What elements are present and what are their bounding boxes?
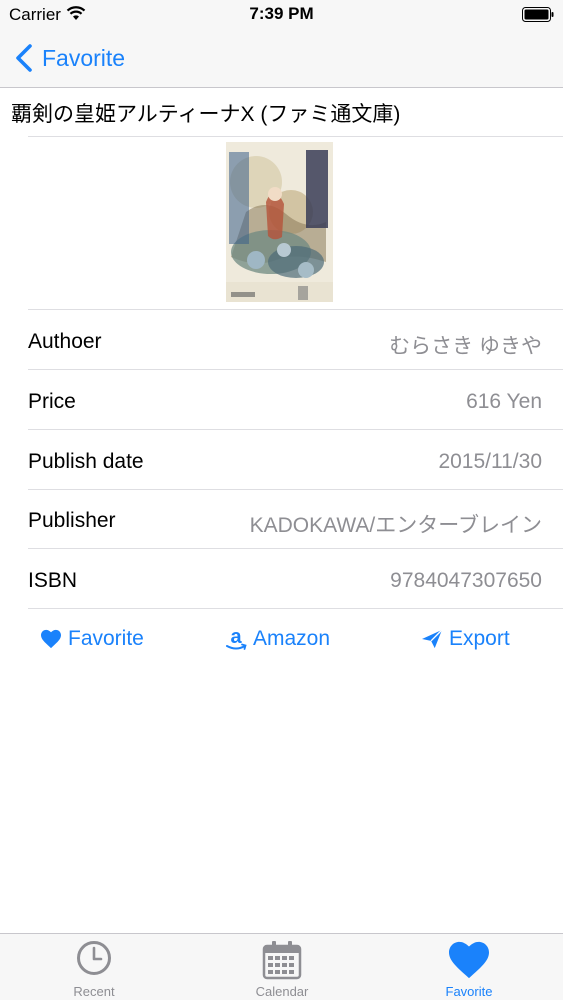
chevron-left-icon <box>16 44 32 72</box>
detail-label: Publisher <box>28 509 116 532</box>
detail-value: むらさき ゆきや <box>389 335 542 358</box>
tab-label: Recent <box>73 984 115 999</box>
battery-icon <box>522 7 554 22</box>
detail-row-publisher: Publisher KADOKAWA/エンターブレイン <box>28 490 542 549</box>
calendar-icon <box>262 941 302 980</box>
book-title: 覇剣の皇姫アルティーナX (ファミ通文庫) <box>11 103 401 126</box>
heart-icon <box>449 941 489 979</box>
favorite-button[interactable]: Favorite <box>40 624 144 654</box>
detail-label: Authoer <box>28 330 102 353</box>
status-bar: Carrier 7:39 PM <box>0 0 563 30</box>
clock-icon <box>77 941 111 975</box>
divider <box>28 136 563 137</box>
detail-label: Price <box>28 390 76 413</box>
tab-bar: Recent Calendar Favorite <box>0 933 563 1000</box>
divider <box>28 369 563 370</box>
divider <box>28 608 563 609</box>
amazon-icon: a <box>226 626 247 650</box>
paper-plane-icon <box>422 629 443 649</box>
amazon-button[interactable]: a Amazon <box>225 624 330 654</box>
tab-label: Favorite <box>445 984 493 999</box>
detail-row-price: Price 616 Yen <box>28 371 542 430</box>
detail-row-author: Authoer むらさき ゆきや <box>28 311 542 370</box>
status-time: 7:39 PM <box>249 4 314 23</box>
back-button[interactable]: Favorite <box>14 42 125 74</box>
navigation-bar: Favorite <box>0 30 563 88</box>
detail-value: 616 Yen <box>466 390 542 413</box>
detail-label: Publish date <box>28 450 144 473</box>
heart-icon <box>41 629 61 649</box>
export-button[interactable]: Export <box>421 624 510 654</box>
export-button-label: Export <box>449 627 510 650</box>
detail-value: 9784047307650 <box>390 569 542 592</box>
detail-row-isbn: ISBN 9784047307650 <box>28 550 542 609</box>
tab-calendar[interactable]: Calendar <box>188 934 376 1000</box>
detail-value: KADOKAWA/エンターブレイン <box>249 514 542 537</box>
detail-value: 2015/11/30 <box>438 450 542 473</box>
detail-row-publish-date: Publish date 2015/11/30 <box>28 431 542 490</box>
amazon-button-label: Amazon <box>253 627 331 650</box>
detail-label: ISBN <box>28 569 78 592</box>
divider <box>28 548 563 549</box>
tab-label: Calendar <box>255 984 309 999</box>
tab-favorite[interactable]: Favorite <box>375 934 563 1000</box>
svg-text:a: a <box>230 626 242 648</box>
tab-recent[interactable]: Recent <box>0 934 188 1000</box>
divider <box>28 309 563 310</box>
book-cover-image <box>226 142 333 302</box>
divider <box>28 429 563 430</box>
favorite-button-label: Favorite <box>68 627 144 650</box>
back-button-label: Favorite <box>42 44 126 71</box>
